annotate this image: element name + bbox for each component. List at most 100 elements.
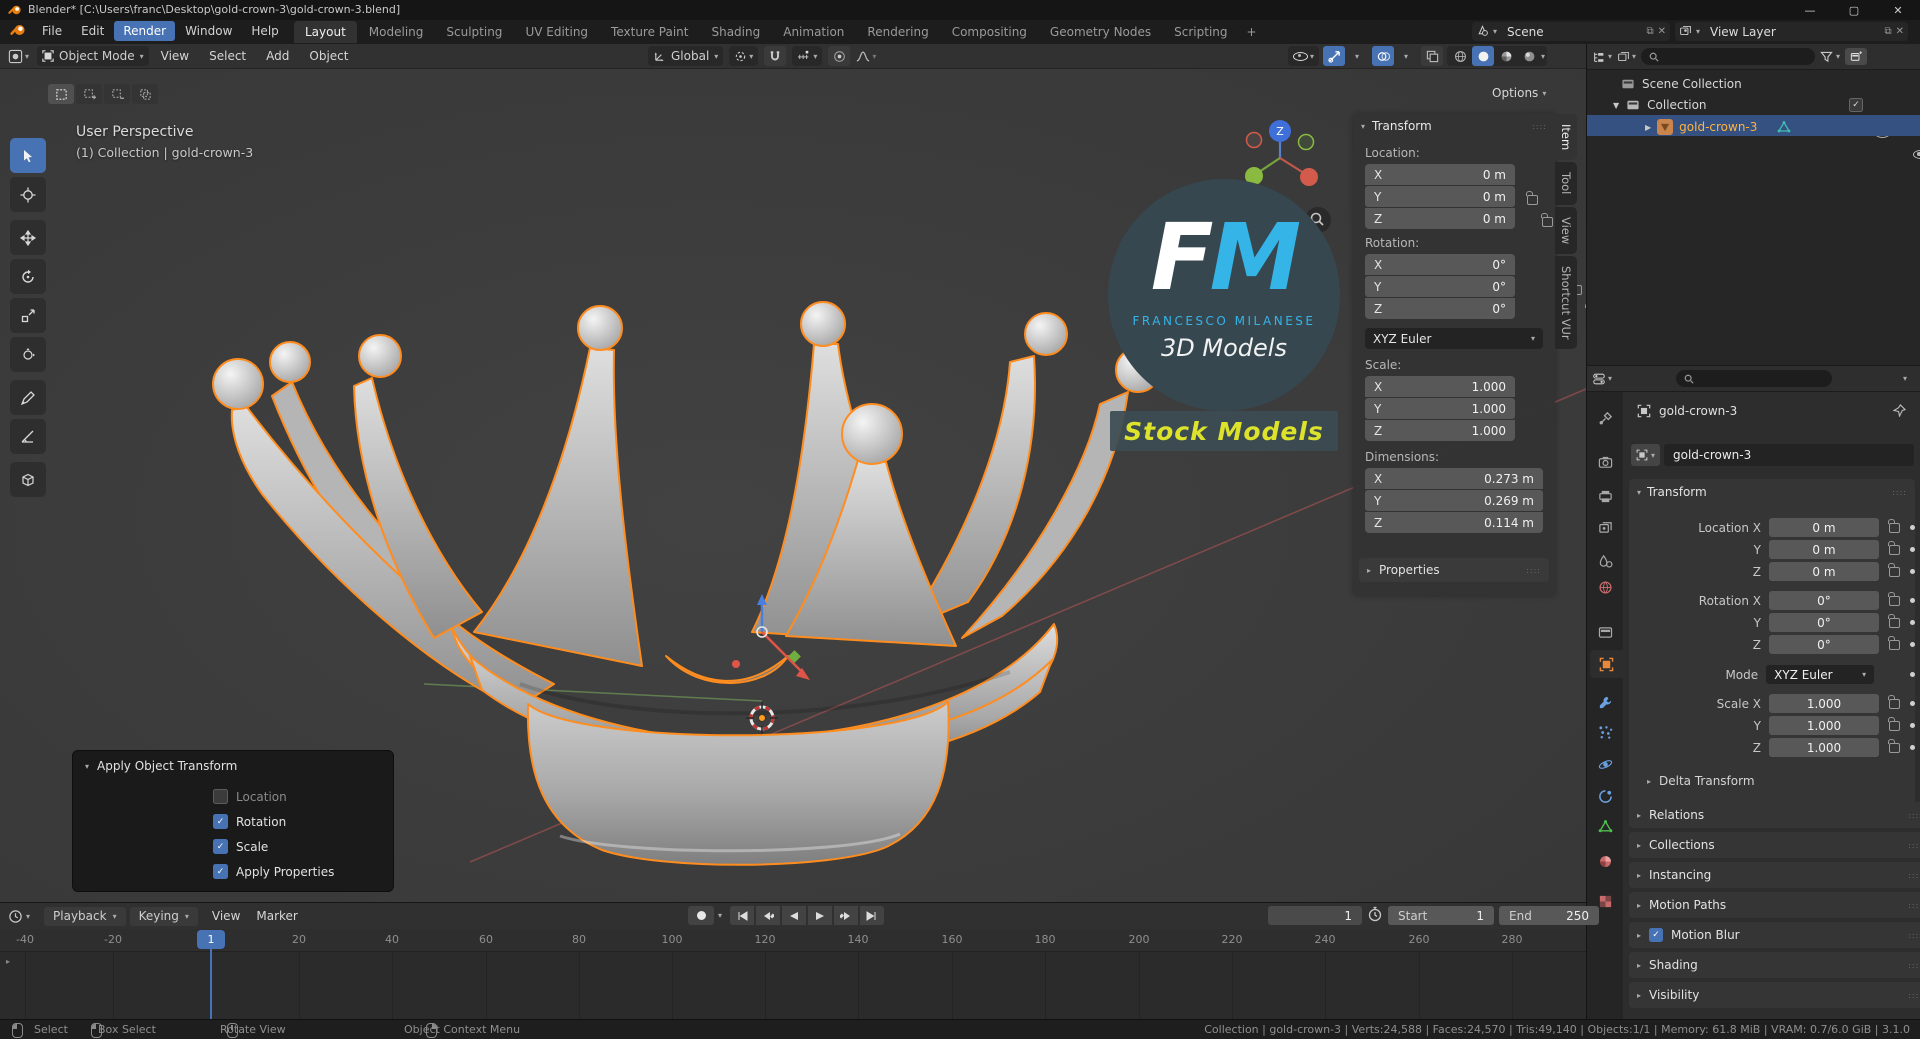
tab-collection[interactable] xyxy=(1587,618,1623,646)
scale-tool[interactable] xyxy=(10,298,46,333)
timeline-menu-keying[interactable]: Keying ▾ xyxy=(129,906,198,926)
pivot-point-selector[interactable]: ▾ xyxy=(729,46,759,66)
rotation-mode-dropdown[interactable]: XYZ Euler ▾ xyxy=(1365,328,1543,349)
location-y-lock-icon[interactable] xyxy=(1540,213,1553,227)
shading-solid-button[interactable] xyxy=(1472,46,1495,66)
menu-file[interactable]: File xyxy=(33,21,71,41)
instancing-panel-header[interactable]: ▸Instancing:::: xyxy=(1629,862,1920,888)
properties-search-input[interactable] xyxy=(1676,370,1833,387)
workspace-tab-rendering[interactable]: Rendering xyxy=(856,21,939,43)
auto-keying-button[interactable] xyxy=(688,906,714,925)
view-layer-name[interactable]: View Layer xyxy=(1704,25,1782,39)
menu-help[interactable]: Help xyxy=(242,21,287,41)
properties-filter-dropdown[interactable]: ▾ xyxy=(1903,374,1907,383)
menu-window[interactable]: Window xyxy=(176,21,241,41)
lock-icon[interactable] xyxy=(1888,694,1900,709)
viewport-3d[interactable]: Z ▾ Object Mode ▾ View Select Add Object… xyxy=(0,44,1586,902)
tab-scene[interactable] xyxy=(1587,547,1623,575)
lock-icon[interactable] xyxy=(1888,562,1900,577)
rotation-x-field[interactable]: X 0° xyxy=(1365,254,1515,275)
shading-rendered-button[interactable] xyxy=(1518,46,1540,66)
tab-tool[interactable]: Tool xyxy=(1555,162,1577,205)
dimensions-x-field[interactable]: X 0.273 m xyxy=(1365,468,1543,489)
location-x-field[interactable]: X0 m xyxy=(1365,164,1515,185)
rotation-z-field[interactable]: Z 0° xyxy=(1365,298,1515,319)
motion-blur-panel-header[interactable]: ▸ ✓ Motion Blur:::: xyxy=(1629,922,1920,948)
prop-rotation-y-field[interactable]: 0° xyxy=(1769,613,1879,632)
tab-shortcut-vur[interactable]: Shortcut VUr xyxy=(1555,255,1577,350)
navigation-gizmo[interactable]: Z xyxy=(1245,120,1318,186)
workspace-tab-texture-paint[interactable]: Texture Paint xyxy=(600,21,699,43)
select-subtract-mode-button[interactable] xyxy=(104,84,130,104)
scene-copy-icon[interactable]: ⧉ xyxy=(1646,26,1653,37)
play-button[interactable] xyxy=(808,906,833,925)
tab-item[interactable]: Item xyxy=(1555,114,1577,161)
shading-panel-header[interactable]: ▸Shading:::: xyxy=(1629,952,1920,978)
panel-grip[interactable]: :::: xyxy=(1532,122,1547,131)
prop-location-y-field[interactable]: 0 m xyxy=(1769,540,1879,559)
workspace-tab-shading[interactable]: Shading xyxy=(700,21,771,43)
snap-target-selector[interactable]: ▾ xyxy=(792,46,823,66)
menu-edit[interactable]: Edit xyxy=(72,21,113,41)
workspace-tab-geometry-nodes[interactable]: Geometry Nodes xyxy=(1039,21,1162,43)
lock-icon[interactable] xyxy=(1888,716,1900,731)
outliner-scene-collection[interactable]: Scene Collection xyxy=(1621,74,1742,94)
view-layer-remove-icon[interactable]: ✕ xyxy=(1896,26,1904,37)
outliner-collection[interactable]: ▼ Collection xyxy=(1613,95,1707,115)
proportional-editing-toggle[interactable] xyxy=(828,46,851,66)
dimensions-y-field[interactable]: Y 0.269 m xyxy=(1365,490,1543,511)
frame-start-field[interactable]: Start 1 xyxy=(1388,906,1494,925)
tab-constraints[interactable] xyxy=(1587,782,1623,810)
scene-name[interactable]: Scene xyxy=(1501,25,1550,39)
measure-tool[interactable] xyxy=(10,419,46,454)
object-expand-caret[interactable]: ▶ xyxy=(1645,123,1651,132)
animate-dot[interactable] xyxy=(1910,642,1915,647)
shading-wireframe-button[interactable] xyxy=(1449,46,1471,66)
tab-material[interactable] xyxy=(1587,847,1623,875)
tab-object-data[interactable] xyxy=(1587,812,1623,840)
visibility-panel-header[interactable]: ▸Visibility:::: xyxy=(1629,982,1920,1008)
current-frame-field[interactable]: 1 xyxy=(1268,906,1362,925)
select-set-mode-button[interactable] xyxy=(48,84,74,104)
scale-z-field[interactable]: Z 1.000 xyxy=(1365,420,1515,441)
timeline-menu-marker[interactable]: Marker xyxy=(248,906,305,926)
transform-collapse-caret[interactable]: ▾ xyxy=(1637,488,1641,497)
rotation-mode-dropdown[interactable]: XYZ Euler ▾ xyxy=(1766,665,1875,684)
workspace-tab-layout[interactable]: Layout xyxy=(294,21,357,43)
snap-toggle[interactable] xyxy=(764,46,787,66)
scale-x-field[interactable]: X 1.000 xyxy=(1365,376,1515,397)
workspace-tab-animation[interactable]: Animation xyxy=(772,21,855,43)
lock-icon[interactable] xyxy=(1888,738,1900,753)
select-extend-mode-button[interactable] xyxy=(76,84,102,104)
gizmos-dropdown[interactable]: ▾ xyxy=(1346,46,1368,66)
pin-icon[interactable] xyxy=(1892,404,1907,420)
collection-checkbox[interactable]: ✓ xyxy=(1849,98,1863,112)
prop-scale-x-field[interactable]: 1.000 xyxy=(1769,694,1879,713)
overlays-dropdown[interactable]: ▾ xyxy=(1395,46,1417,66)
tab-particles[interactable] xyxy=(1587,718,1623,746)
collection-expand-caret[interactable]: ▼ xyxy=(1613,101,1619,110)
tab-output[interactable] xyxy=(1587,482,1623,510)
viewport-menu-object[interactable]: Object xyxy=(301,46,356,66)
object-name-input[interactable]: gold-crown-3 xyxy=(1664,444,1915,466)
rotation-y-field[interactable]: Y 0° xyxy=(1365,276,1515,297)
maximize-button[interactable]: ▢ xyxy=(1832,0,1876,20)
jump-to-start-button[interactable] xyxy=(730,906,755,925)
jump-to-end-button[interactable] xyxy=(860,906,885,925)
prop-scale-y-field[interactable]: 1.000 xyxy=(1769,716,1879,735)
animate-dot[interactable] xyxy=(1910,525,1915,530)
blender-menu-icon[interactable] xyxy=(4,22,32,41)
workspace-tab-scripting[interactable]: Scripting xyxy=(1163,21,1238,43)
minimize-button[interactable]: — xyxy=(1788,0,1832,20)
visibility-dropdown[interactable]: ▾ xyxy=(1288,46,1320,66)
motion-paths-panel-header[interactable]: ▸Motion Paths:::: xyxy=(1629,892,1920,918)
prop-location-x-field[interactable]: 0 m xyxy=(1769,518,1879,537)
scene-unlink-icon[interactable]: ✕ xyxy=(1658,26,1666,37)
tab-view[interactable]: View xyxy=(1555,206,1577,254)
collections-panel-header[interactable]: ▸Collections:::: xyxy=(1629,832,1920,858)
scene-browse-caret[interactable]: ▾ xyxy=(1493,27,1497,36)
panel-grip[interactable]: :::: xyxy=(1892,488,1907,497)
lock-icon[interactable] xyxy=(1888,635,1900,650)
viewport-menu-view[interactable]: View xyxy=(153,46,197,66)
tab-modifiers[interactable] xyxy=(1587,688,1623,716)
